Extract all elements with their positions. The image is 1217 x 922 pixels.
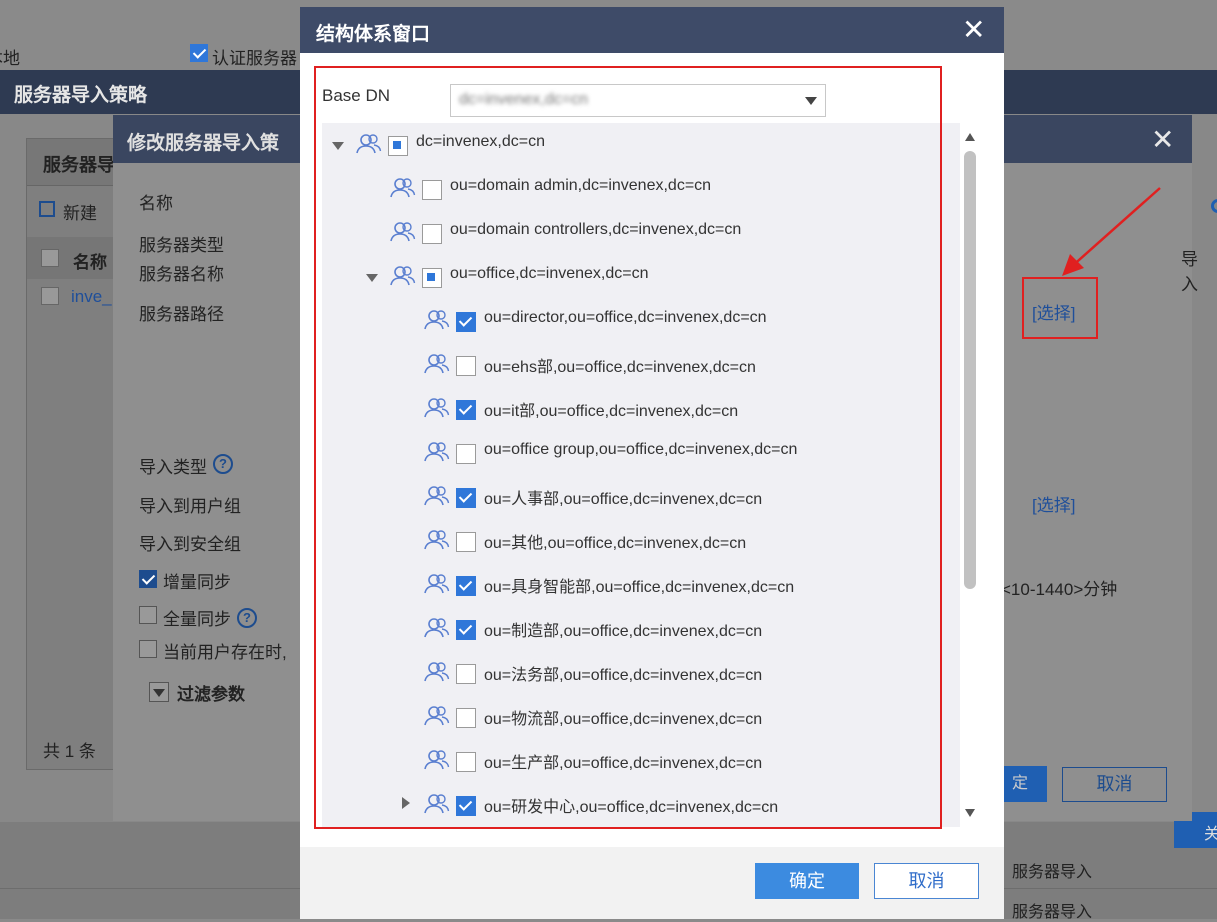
field-name: 名称 [139, 194, 173, 213]
scroll-down-icon[interactable] [965, 809, 975, 817]
scroll-thumb[interactable] [964, 151, 976, 589]
footer-count: 共 1 条 [43, 742, 96, 761]
structure-close-icon[interactable]: ✕ [962, 13, 985, 46]
row-name-link[interactable]: inve_ [71, 287, 112, 307]
field-server-type: 服务器类型 [139, 236, 224, 255]
bottom-list-item: 服务器导入 [1012, 864, 1093, 881]
full-sync-help-icon[interactable]: ? [237, 608, 257, 628]
structure-window-header: 结构体系窗口 ✕ [300, 7, 1004, 53]
bottom-list-item: 服务器导入 [1012, 904, 1093, 921]
new-icon[interactable] [39, 201, 55, 217]
field-server-path: 服务器路径 [139, 305, 224, 324]
full-sync-label: 全量同步 [163, 610, 231, 629]
select-all-checkbox[interactable] [41, 249, 59, 267]
edit-dialog-close-icon[interactable]: ✕ [1151, 123, 1174, 156]
row-checkbox[interactable] [41, 287, 59, 305]
policy-panel: 服务器导 新建 名称 inve_ 共 1 条 [26, 138, 118, 770]
interval-text: <10-1440>分钟 [1001, 580, 1118, 599]
edit-ok-label: 定 [1011, 775, 1028, 792]
tree-scrollbar[interactable] [960, 127, 980, 827]
new-button[interactable]: 新建 [63, 199, 97, 224]
structure-ok-label: 确定 [789, 871, 825, 891]
filter-params-label: 过滤参数 [177, 685, 245, 704]
structure-cancel-label: 取消 [908, 871, 945, 891]
bottom-right-button-label: 关 [1204, 826, 1217, 843]
filter-chevron-down-icon [153, 689, 165, 697]
existing-user-checkbox[interactable] [139, 640, 157, 658]
policy-panel-header: 服务器导 [27, 139, 117, 186]
structure-footer: 确定 取消 [300, 847, 1004, 919]
select-user-group-link[interactable]: [选择] [1032, 491, 1075, 516]
field-server-name: 服务器名称 [139, 265, 224, 284]
structure-window: 结构体系窗口 ✕ Base DN dc=invenex,dc=cn dc=inv… [300, 7, 1004, 919]
annotation-arrow [1062, 187, 1161, 276]
tree-highlight-box [314, 66, 942, 829]
field-import-type: 导入类型 [139, 458, 207, 477]
full-sync-checkbox[interactable] [139, 606, 157, 624]
scroll-up-icon[interactable] [965, 133, 975, 141]
incremental-sync-label: 增量同步 [163, 573, 231, 592]
col-name: 名称 [73, 253, 107, 272]
existing-user-label: 当前用户存在时, [163, 643, 287, 662]
filter-toggle-icon[interactable] [149, 682, 169, 702]
policy-panel-title: 服务器导 [43, 155, 115, 175]
edit-dialog-title: 修改服务器导入策 [127, 133, 280, 154]
local-text: 本地 [0, 49, 20, 68]
col-import-partial: 导入 [1181, 250, 1198, 294]
structure-window-title: 结构体系窗口 [316, 24, 431, 45]
field-import-security-group: 导入到安全组 [139, 535, 241, 554]
structure-cancel-button[interactable]: 取消 [874, 863, 979, 899]
field-import-user-group: 导入到用户组 [139, 497, 241, 516]
help-icon[interactable]: ? [213, 454, 233, 474]
auth-server-label: 认证服务器 [212, 49, 297, 68]
edit-cancel-label: 取消 [1096, 774, 1133, 794]
incremental-sync-checkbox[interactable] [139, 570, 157, 588]
structure-ok-button[interactable]: 确定 [755, 863, 859, 899]
policy-window-title: 服务器导入策略 [14, 85, 148, 106]
edit-cancel-button[interactable]: 取消 [1062, 767, 1167, 802]
auth-server-checkbox[interactable] [190, 44, 208, 62]
table-header: 名称 [27, 237, 117, 279]
